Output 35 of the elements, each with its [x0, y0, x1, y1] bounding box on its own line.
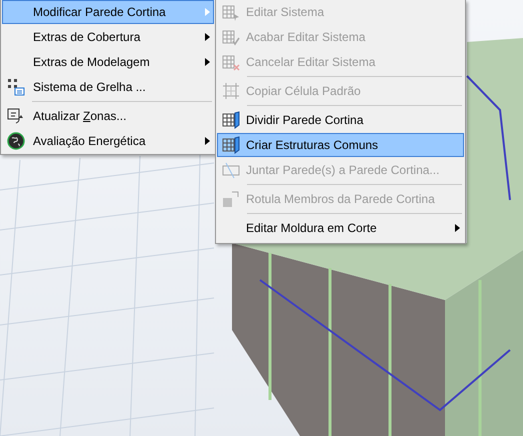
label-members-icon — [222, 190, 240, 208]
menu-item-label: Criar Estruturas Comuns — [245, 138, 380, 152]
menu-item[interactable]: Extras de Modelagem — [2, 50, 214, 74]
menu-item-label: Sistema de Grelha ... — [32, 80, 147, 94]
menu-item[interactable]: Editar Moldura em Corte — [217, 216, 464, 240]
menu-item-label: Atualizar Zonas... — [32, 109, 128, 123]
grid-cross-icon — [222, 53, 240, 71]
menu-item-label: Cancelar Editar Sistema — [245, 55, 376, 69]
menu-item-label: Copiar Célula Padrão — [245, 84, 362, 98]
menu-item-label: Extras de Modelagem — [32, 55, 151, 69]
menu-item-label: Acabar Editar Sistema — [245, 30, 366, 44]
menu-item[interactable]: Avaliação Energética — [2, 129, 214, 153]
menu-item-label: Rotula Membros da Parede Cortina — [245, 192, 436, 206]
menu-item-label: Avaliação Energética — [32, 134, 147, 148]
globe-icon — [7, 132, 25, 150]
grid-system-icon — [7, 78, 25, 96]
grid-cell-icon — [222, 82, 240, 100]
grid-check-icon — [222, 28, 240, 46]
menu-item[interactable]: Extras de Cobertura — [2, 25, 214, 49]
menu-item-label: Editar Sistema — [245, 5, 326, 19]
wall-join-icon — [222, 161, 240, 179]
menu-item[interactable]: Criar Estruturas Comuns — [217, 133, 464, 157]
menu-item-label: Juntar Parede(s) a Parede Cortina... — [245, 163, 440, 177]
menu-item[interactable]: Atualizar Zonas... — [2, 104, 214, 128]
menu-item-label: Dividir Parede Cortina — [245, 113, 364, 127]
menu-item-label: Modificar Parede Cortina — [32, 5, 167, 19]
document-refresh-icon — [7, 107, 25, 125]
menu-item[interactable]: Dividir Parede Cortina — [217, 108, 464, 132]
grid-cursor-icon — [222, 3, 240, 21]
menu-item-label: Extras de Cobertura — [32, 30, 142, 44]
curtain-wall-icon — [222, 136, 240, 154]
menu-item[interactable]: Modificar Parede Cortina — [2, 0, 214, 24]
menu-item-label: Editar Moldura em Corte — [245, 221, 378, 235]
curtain-wall-icon — [222, 111, 240, 129]
menu-item[interactable]: Sistema de Grelha ... — [2, 75, 214, 99]
